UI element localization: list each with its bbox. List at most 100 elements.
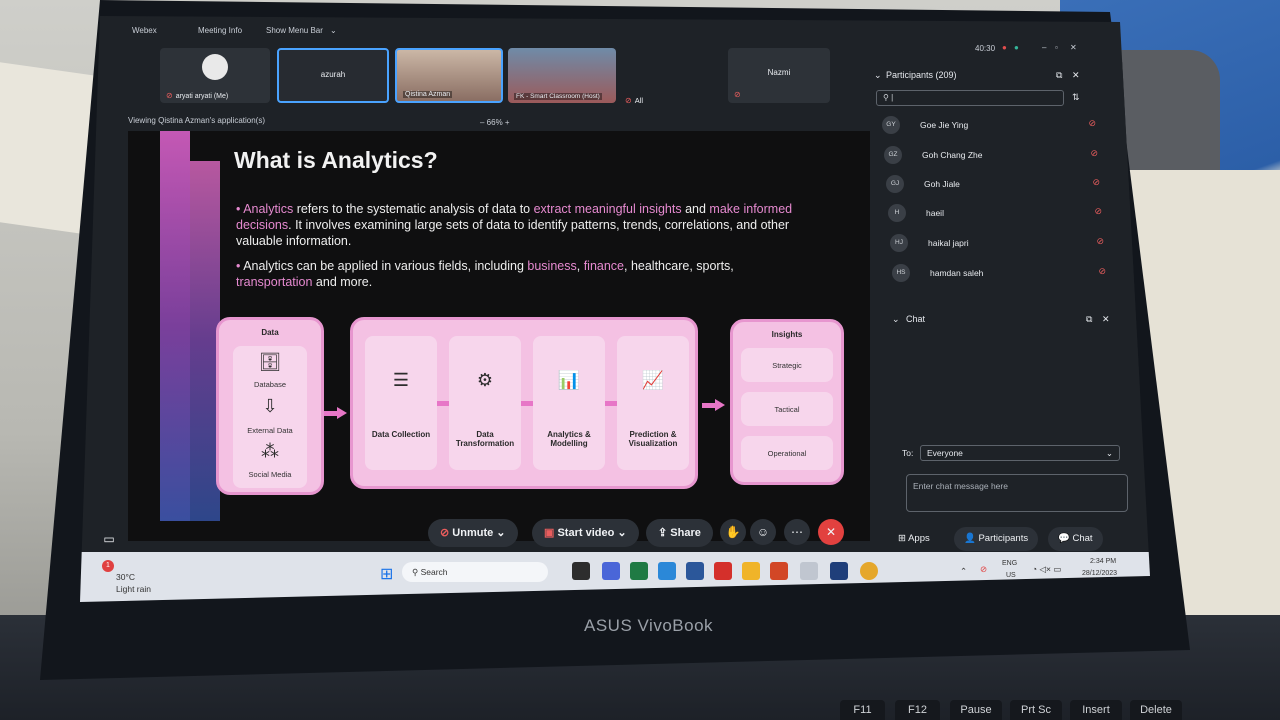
key-insert[interactable]: Insert (1070, 700, 1122, 720)
unmute-button[interactable]: ⊘ Unmute ⌄ (428, 519, 518, 547)
chevron-down-icon[interactable]: ⌄ (874, 70, 882, 81)
reactions-icon[interactable]: ☺ (750, 519, 776, 545)
apps-button[interactable]: ⊞ Apps (888, 527, 940, 551)
meeting-timer: 40:30 (975, 44, 996, 53)
popout-icon[interactable]: ⧉ (1056, 70, 1062, 81)
clock-date[interactable]: 28/12/2023 (1082, 570, 1117, 577)
zoom-control[interactable]: – 66% + (480, 118, 510, 127)
language-indicator[interactable]: ENG (1002, 560, 1017, 567)
bullet-fields: • Analytics can be applied in various fi… (236, 258, 796, 290)
video-tile-qistina[interactable]: Qistina Azman (395, 48, 503, 103)
insight-box: Strategic (741, 348, 833, 382)
video-tile-smart-classroom[interactable]: FK - Smart Classroom (Host) (508, 48, 616, 103)
chevron-down-icon[interactable]: ⌄ (892, 314, 900, 325)
chevron-up-icon[interactable]: ⌃ (960, 566, 967, 577)
chevron-down-icon[interactable]: ⌄ (330, 26, 337, 35)
video-tile-me[interactable]: ⊘ aryati aryati (Me) (160, 48, 270, 103)
close-icon[interactable]: ✕ (1070, 43, 1077, 52)
file-explorer-icon[interactable] (742, 562, 760, 580)
chat-recipient-select[interactable]: Everyone ⌄ (920, 445, 1120, 461)
participant-row[interactable]: HJ haikal japri ⊘ (890, 232, 1110, 254)
step-box: ☰ Data Collection (365, 336, 437, 470)
key-delete[interactable]: Delete (1130, 700, 1182, 720)
leave-meeting-icon[interactable]: ✕ (818, 519, 844, 545)
process-card: ☰ Data Collection ⚙ Data Transformation … (350, 317, 698, 489)
show-menu-bar-button[interactable]: Show Menu Bar (266, 26, 323, 35)
search-icon: ⚲ (883, 93, 889, 102)
chat-message-input[interactable]: Enter chat message here (906, 474, 1128, 512)
maximize-icon[interactable]: ▫ (1055, 43, 1058, 52)
clock-time[interactable]: 2:34 PM (1090, 558, 1116, 565)
task-view-icon[interactable] (572, 562, 590, 580)
bullet-text: finance (583, 259, 624, 273)
cloud-download-icon: ⇩ (262, 396, 278, 416)
tile-label: ⊘ aryati aryati (Me) (166, 91, 229, 100)
participant-row[interactable]: GJ Goh Jiale ⊘ (886, 173, 1106, 195)
avatar: GJ (886, 175, 904, 193)
meeting-info-button[interactable]: Meeting Info (198, 26, 242, 35)
taskbar-search-box[interactable]: ⚲ Search (402, 562, 548, 582)
participants-button[interactable]: 👤 Participants (954, 527, 1039, 551)
participant-search-input[interactable]: ⚲ | (876, 90, 1064, 106)
participant-row[interactable]: GY Goe Jie Ying ⊘ (882, 114, 1102, 136)
data-card: Data 🗄 Database ⇩ External Data ⁂ Social… (216, 317, 324, 495)
captions-icon[interactable]: ▭ (96, 526, 122, 552)
laptop-screen: Webex Meeting Info Show Menu Bar ⌄ 40:30… (80, 16, 1150, 602)
excel-icon[interactable] (630, 562, 648, 580)
chat-button[interactable]: 💬 Chat (1048, 527, 1103, 551)
tile-label: Qistina Azman (403, 91, 453, 98)
participant-row[interactable]: HS hamdan saleh ⊘ (892, 262, 1112, 284)
key-f12[interactable]: F12 (895, 700, 940, 720)
snipping-tool-icon[interactable] (800, 562, 818, 580)
key-prtsc[interactable]: Prt Sc (1010, 700, 1062, 720)
bullet-marker: • (236, 259, 241, 273)
avatar: GZ (884, 146, 902, 164)
chat-app-icon[interactable] (602, 562, 620, 580)
acrobat-icon[interactable] (714, 562, 732, 580)
key-pause[interactable]: Pause (950, 700, 1002, 720)
key-f11[interactable]: F11 (840, 700, 885, 720)
muted-mic-icon[interactable]: ⊘ (980, 564, 987, 575)
participant-name: haikal japri (928, 238, 969, 248)
close-icon[interactable]: ✕ (1072, 70, 1080, 81)
participant-row[interactable]: GZ Goh Chang Zhe ⊘ (884, 144, 1104, 166)
share-button[interactable]: ⇪ Share (646, 519, 713, 547)
mail-icon[interactable] (658, 562, 676, 580)
popout-icon[interactable]: ⧉ (1086, 314, 1092, 325)
viewing-label: Viewing Qistina Azman's application(s) (128, 116, 265, 125)
weather-desc[interactable]: Light rain (116, 584, 151, 594)
powerpoint-icon[interactable] (770, 562, 788, 580)
windows-start-icon[interactable]: ⊞ (380, 564, 393, 584)
to-label: To: (902, 448, 914, 458)
video-tile-azurah[interactable]: azurah (277, 48, 389, 103)
insight-label: Operational (767, 449, 807, 458)
weather-temp[interactable]: 30°C (116, 572, 135, 582)
bullet-definition: • Analytics refers to the systematic ana… (236, 201, 796, 249)
bullet-text: , (576, 259, 584, 273)
chrome-icon[interactable] (860, 562, 878, 580)
webex-taskbar-icon[interactable] (830, 562, 848, 580)
arrow-icon (324, 407, 348, 419)
bullet-text: refers to the systematic analysis of dat… (293, 202, 534, 216)
status-icon: ● (1014, 43, 1019, 52)
start-video-button[interactable]: ▣ Start video ⌄ (532, 519, 639, 547)
muted-mic-icon: ⊘ (1098, 266, 1106, 276)
minimize-icon[interactable]: – (1042, 43, 1046, 52)
sort-icon[interactable]: ⇅ (1072, 92, 1080, 103)
wifi-icon[interactable]: ◔ ◁× ▭ (1032, 564, 1061, 575)
insights-card: Insights Strategic Tactical Operational (730, 319, 844, 485)
avatar: H (888, 204, 906, 222)
raise-hand-icon[interactable]: ✋ (720, 519, 746, 545)
recipient-value: Everyone (927, 448, 963, 458)
video-tile-nazmi[interactable]: Nazmi ⊘ (728, 48, 830, 103)
more-options-icon[interactable]: ⋯ (784, 519, 810, 545)
person-icon: 👤 (964, 533, 979, 544)
word-icon[interactable] (686, 562, 704, 580)
analytics-board-icon: 📈 (641, 370, 665, 390)
region-indicator[interactable]: US (1006, 572, 1016, 579)
step-box: 📊 Analytics & Modelling (533, 336, 605, 470)
bullet-text: and more. (312, 275, 373, 289)
unmute-label: Unmute (452, 527, 494, 539)
close-icon[interactable]: ✕ (1102, 314, 1110, 325)
participant-row[interactable]: Hhaeil ⊘ (888, 202, 1108, 224)
